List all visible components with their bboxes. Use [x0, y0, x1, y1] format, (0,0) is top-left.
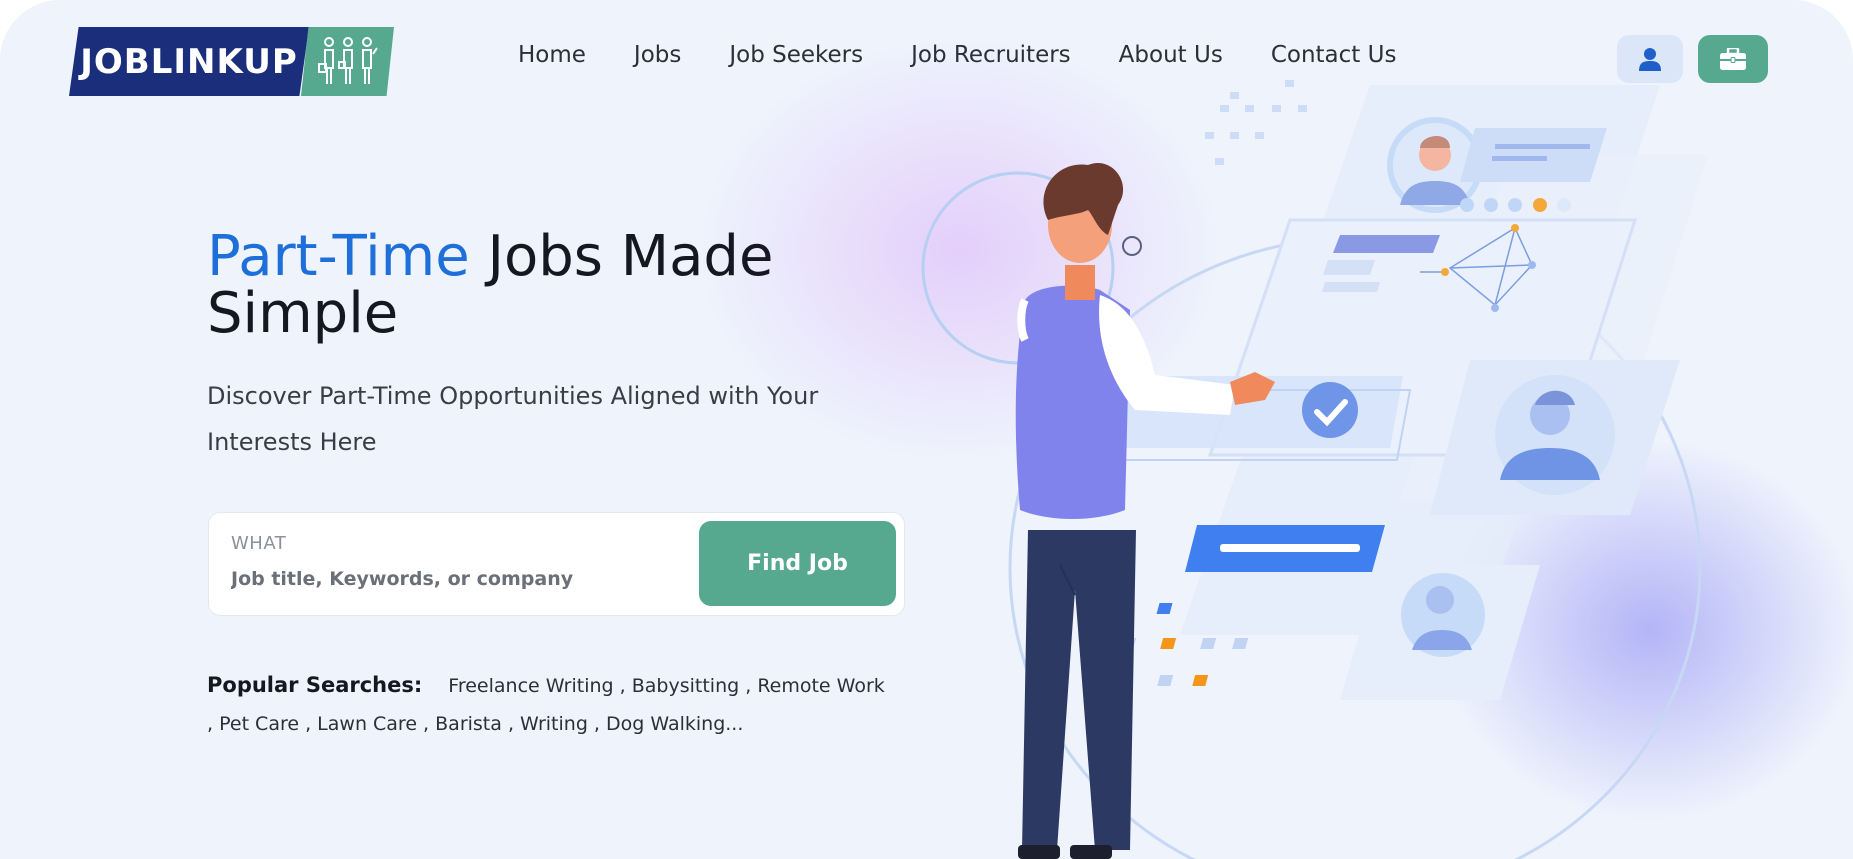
- popular-search-link[interactable]: Remote Work: [757, 675, 884, 697]
- nav-home[interactable]: Home: [518, 42, 586, 68]
- hero-title: Part-Time Jobs Made Simple: [207, 228, 907, 342]
- hero-title-highlight: Part-Time: [207, 224, 470, 289]
- popular-searches: Popular Searches: Freelance Writing , Bab…: [207, 673, 885, 735]
- find-job-button[interactable]: Find Job: [699, 521, 896, 606]
- popular-search-link[interactable]: Lawn Care: [317, 713, 417, 735]
- job-search-box: WHAT Find Job: [208, 512, 905, 616]
- hero-subtitle: Discover Part-Time Opportunities Aligned…: [207, 382, 819, 456]
- popular-search-link[interactable]: Writing: [520, 713, 588, 735]
- popular-search-link[interactable]: Dog Walking...: [606, 713, 743, 735]
- logo-people-icon: [301, 27, 394, 96]
- popular-searches-label: Popular Searches:: [207, 673, 423, 697]
- nav-job-seekers[interactable]: Job Seekers: [729, 42, 863, 68]
- search-input[interactable]: [231, 568, 671, 590]
- logo[interactable]: JOBLINKUP: [69, 27, 394, 96]
- popular-search-link[interactable]: Babysitting: [632, 675, 739, 697]
- nav-jobs[interactable]: Jobs: [634, 42, 681, 68]
- popular-search-link[interactable]: Freelance Writing: [448, 675, 613, 697]
- page: JOBLINKUP Home Jobs Job Seekers Job Recr…: [0, 0, 1853, 859]
- hero-illustration: [921, 80, 1708, 859]
- logo-text: JOBLINKUP: [80, 41, 298, 82]
- logo-wordmark: JOBLINKUP: [69, 27, 309, 96]
- popular-search-link[interactable]: Barista: [435, 713, 502, 735]
- popular-search-link[interactable]: Pet Care: [219, 713, 299, 735]
- search-label: WHAT: [231, 533, 287, 554]
